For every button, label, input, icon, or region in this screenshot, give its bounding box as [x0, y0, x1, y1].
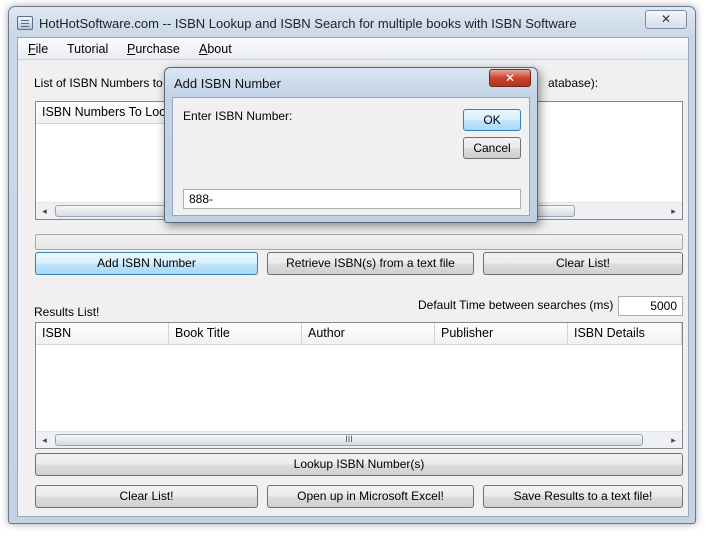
add-isbn-dialog: Add ISBN Number ✕ Enter ISBN Number: OK …	[164, 67, 538, 223]
close-window-button[interactable]: ✕	[645, 10, 687, 29]
open-excel-button[interactable]: Open up in Microsoft Excel!	[267, 485, 474, 508]
save-results-button[interactable]: Save Results to a text file!	[483, 485, 683, 508]
progress-bar	[35, 234, 683, 250]
results-hscrollbar[interactable]: ◂ III ▸	[36, 431, 682, 448]
isbn-list-label-tail: atabase):	[548, 76, 599, 90]
clear-list-top-button[interactable]: Clear List!	[483, 252, 683, 275]
menu-about[interactable]: About	[199, 42, 232, 56]
menu-file[interactable]: File	[28, 42, 48, 56]
column-book-title[interactable]: Book Title	[169, 323, 302, 345]
clear-list-bottom-button[interactable]: Clear List!	[35, 485, 258, 508]
isbn-input[interactable]: 888-	[183, 189, 521, 209]
search-delay-input[interactable]: 5000	[618, 296, 683, 316]
menu-purchase-label: urchase	[135, 42, 180, 56]
column-publisher[interactable]: Publisher	[435, 323, 568, 345]
app-icon	[17, 16, 33, 30]
dialog-body: Enter ISBN Number: OK Cancel 888-	[172, 97, 530, 216]
menu-purchase[interactable]: Purchase	[127, 42, 180, 56]
column-isbn-details[interactable]: ISBN Details	[568, 323, 682, 345]
search-delay-label: Default Time between searches (ms)	[418, 298, 614, 312]
retrieve-isbn-button[interactable]: Retrieve ISBN(s) from a text file	[267, 252, 474, 275]
cancel-button[interactable]: Cancel	[463, 137, 521, 159]
scroll-right-arrow-icon[interactable]: ▸	[665, 203, 682, 219]
scroll-left-arrow-icon[interactable]: ◂	[36, 203, 53, 219]
column-author[interactable]: Author	[302, 323, 435, 345]
add-isbn-button[interactable]: Add ISBN Number	[35, 252, 258, 275]
scroll-right-arrow-icon[interactable]: ▸	[665, 432, 682, 448]
results-list-label: Results List!	[34, 305, 100, 319]
menu-file-mnemonic: F	[28, 42, 36, 56]
column-isbn[interactable]: ISBN	[36, 323, 169, 345]
menu-file-label: ile	[35, 42, 49, 56]
menu-bar: File Tutorial Purchase About	[18, 38, 688, 60]
scroll-thumb[interactable]: III	[55, 434, 643, 446]
ok-button[interactable]: OK	[463, 109, 521, 131]
scroll-left-arrow-icon[interactable]: ◂	[36, 432, 53, 448]
isbn-prompt-label: Enter ISBN Number:	[183, 109, 293, 123]
lookup-isbn-button[interactable]: Lookup ISBN Number(s)	[35, 453, 683, 476]
title-bar[interactable]: HotHotSoftware.com -- ISBN Lookup and IS…	[9, 7, 695, 37]
menu-about-label: bout	[207, 42, 232, 56]
dialog-close-button[interactable]: ✕	[489, 69, 531, 87]
window-title: HotHotSoftware.com -- ISBN Lookup and IS…	[39, 16, 577, 31]
menu-tutorial[interactable]: Tutorial	[67, 42, 108, 56]
dialog-title: Add ISBN Number	[174, 76, 281, 91]
results-list-box[interactable]: ISBN Book Title Author Publisher ISBN De…	[35, 322, 683, 449]
